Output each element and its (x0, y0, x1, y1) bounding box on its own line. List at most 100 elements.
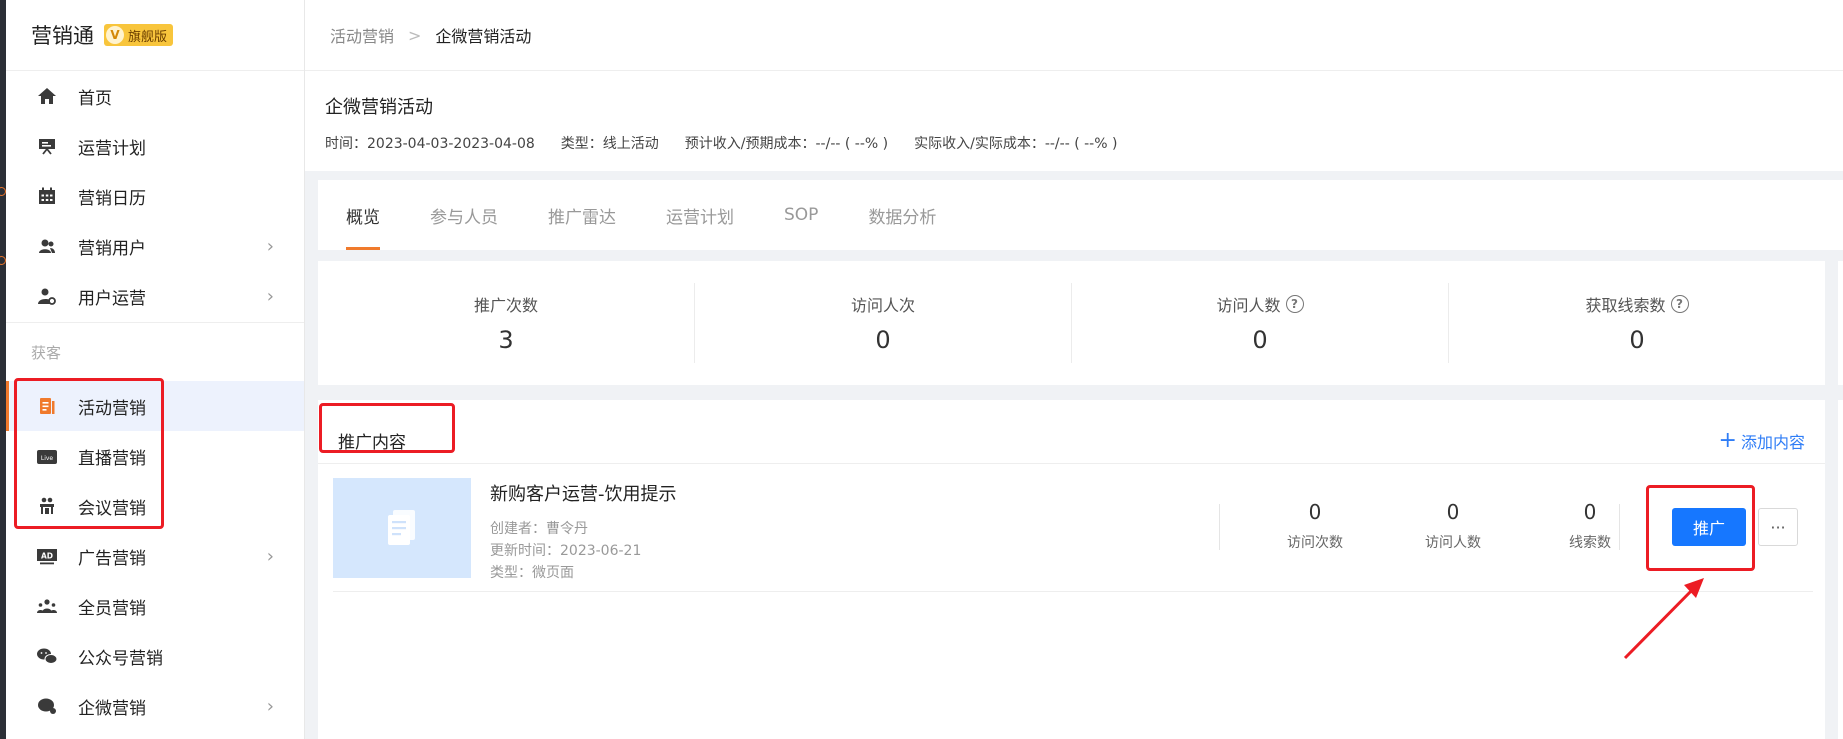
stat-promotion-count: 推广次数 3 (318, 283, 695, 363)
ad-icon: AD (36, 545, 58, 567)
adjacent-panel-edge (1838, 261, 1843, 385)
chevron-right-icon: › (266, 546, 274, 567)
stat-label-text: 访问人次 (850, 296, 915, 315)
content-updated: 更新时间：2023-06-21 (490, 543, 642, 559)
vip-icon: V (106, 26, 124, 44)
content-type: 类型：微页面 (490, 565, 574, 581)
breadcrumb-current: 企微营销活动 (435, 27, 532, 46)
activity-time: 时间：2023-04-03-2023-04-08 (325, 136, 535, 152)
actual-revenue-cost: 实际收入/实际成本：--/-- ( --% ) (914, 136, 1118, 152)
chat-icon (36, 695, 58, 717)
sidebar-item-wecom-marketing[interactable]: 企微营销 › (6, 681, 304, 731)
sidebar-item-user-ops[interactable]: 用户运营 › (6, 271, 304, 321)
wechat-icon (36, 645, 58, 667)
sidebar-item-ad-marketing[interactable]: AD 广告营销 › (6, 531, 304, 581)
sidebar-item-all-staff-marketing[interactable]: 全员营销 (6, 581, 304, 631)
help-icon[interactable]: ? (1670, 295, 1689, 313)
metric-value: 0 (1446, 500, 1460, 524)
stat-label-text: 推广次数 (473, 296, 538, 315)
activity-type: 类型：线上活动 (560, 136, 659, 152)
panel-header: 推广内容 + 添加内容 (318, 400, 1825, 464)
metric-label: 访问次数 (1287, 535, 1343, 551)
chevron-right-icon: › (266, 696, 274, 717)
stat-value: 0 (1629, 326, 1645, 354)
tab-ops-plan[interactable]: 运营计划 (666, 180, 734, 250)
presentation-icon (36, 135, 58, 157)
add-content-button[interactable]: + 添加内容 (1719, 429, 1805, 453)
breadcrumb-parent-link[interactable]: 活动营销 (330, 23, 394, 47)
sidebar-item-calendar[interactable]: 营销日历 (6, 171, 304, 221)
user-settings-icon (36, 285, 58, 307)
promote-button[interactable]: 推广 (1672, 508, 1746, 546)
metric-visit-count: 0 访问次数 (1255, 500, 1375, 552)
sidebar-item-wechat-marketing[interactable]: 公众号营销 (6, 631, 304, 681)
more-options-button[interactable]: ··· (1758, 508, 1798, 546)
metric-value: 0 (1583, 500, 1597, 524)
metric-lead-count: 0 线索数 (1530, 500, 1650, 552)
tab-overview[interactable]: 概览 (346, 180, 380, 250)
sidebar-item-activity-marketing[interactable]: 活动营销 (6, 381, 304, 431)
sidebar-item-label: 活动营销 (78, 398, 146, 419)
tab-participants[interactable]: 参与人员 (430, 180, 498, 250)
live-icon: Live (36, 445, 58, 467)
sidebar-item-label: 会议营销 (78, 498, 146, 519)
tab-promotion-radar[interactable]: 推广雷达 (548, 180, 616, 250)
tab-sop[interactable]: SOP (784, 180, 818, 250)
adjacent-panel-edge (1838, 400, 1843, 739)
sidebar-item-ops-plan[interactable]: 运营计划 (6, 121, 304, 171)
stat-label: 访问人次 (851, 292, 915, 316)
activity-icon (36, 395, 58, 417)
divider (1219, 504, 1220, 550)
sidebar-item-meeting-marketing[interactable]: 会议营销 (6, 481, 304, 531)
team-icon (36, 595, 58, 617)
users-icon (36, 235, 58, 257)
breadcrumb-separator: > (408, 25, 422, 45)
section-title: 推广内容 (338, 433, 406, 453)
divider (1619, 504, 1620, 550)
meeting-icon (36, 495, 58, 517)
list-item[interactable]: 新购客户运营-饮用提示 创建者：曹令丹 更新时间：2023-06-21 类型：微… (333, 476, 1813, 592)
metric-label: 访问人数 (1425, 535, 1481, 551)
svg-text:AD: AD (41, 552, 53, 561)
calendar-icon (36, 185, 58, 207)
stat-label: 推广次数 (474, 292, 538, 316)
breadcrumb: 活动营销 > 企微营销活动 (305, 0, 1843, 71)
stat-value: 3 (498, 326, 514, 354)
sidebar-item-label: 直播营销 (78, 448, 146, 469)
promotion-content-panel: 推广内容 + 添加内容 新购客户运营-饮用提示 创建者：曹令丹 更新时间：202… (318, 400, 1825, 739)
metric-label: 线索数 (1569, 535, 1611, 551)
metric-value: 0 (1308, 500, 1322, 524)
sidebar-item-marketing-users[interactable]: 营销用户 › (6, 221, 304, 271)
sidebar-item-label: 公众号营销 (78, 648, 163, 669)
activity-meta: 时间：2023-04-03-2023-04-08 类型：线上活动 预计收入/预期… (325, 133, 1823, 153)
edition-label: 旗舰版 (128, 29, 168, 45)
sidebar-item-live-marketing[interactable]: Live 直播营销 (6, 431, 304, 481)
chevron-right-icon: › (266, 236, 274, 257)
help-icon[interactable]: ? (1285, 295, 1304, 313)
brand: 营销通 V 旗舰版 (6, 0, 304, 71)
sidebar-item-label: 全员营销 (78, 598, 146, 619)
sidebar-item-label: 广告营销 (78, 548, 146, 569)
sidebar-item-label: 首页 (78, 88, 112, 109)
stat-value: 0 (1252, 326, 1268, 354)
sidebar-item-label: 运营计划 (78, 138, 146, 159)
sidebar: 营销通 V 旗舰版 首页 运营计划 营销日历 营销用户 › 用户运营 › 获客 … (6, 0, 305, 739)
sidebar-item-label: 营销日历 (78, 188, 146, 209)
edition-badge: V 旗舰版 (104, 24, 174, 46)
content-title[interactable]: 新购客户运营-饮用提示 (490, 480, 677, 506)
plus-icon: + (1718, 427, 1737, 453)
brand-name: 营销通 (31, 24, 94, 48)
content-creator: 创建者：曹令丹 (490, 521, 588, 537)
document-thumbnail (333, 478, 471, 578)
sidebar-item-home[interactable]: 首页 (6, 71, 304, 121)
tab-data-analysis[interactable]: 数据分析 (868, 180, 936, 250)
stat-label: 获取线索数? (1585, 292, 1689, 316)
stat-label-text: 访问人数 (1216, 296, 1281, 315)
metric-visitor-count: 0 访问人数 (1393, 500, 1513, 552)
svg-text:Live: Live (41, 455, 54, 462)
stat-label-text: 获取线索数 (1585, 296, 1666, 315)
document-icon (388, 510, 415, 545)
tab-bar: 概览 参与人员 推广雷达 运营计划 SOP 数据分析 (318, 180, 1843, 250)
sidebar-item-label: 用户运营 (78, 288, 146, 309)
home-icon (36, 85, 58, 107)
